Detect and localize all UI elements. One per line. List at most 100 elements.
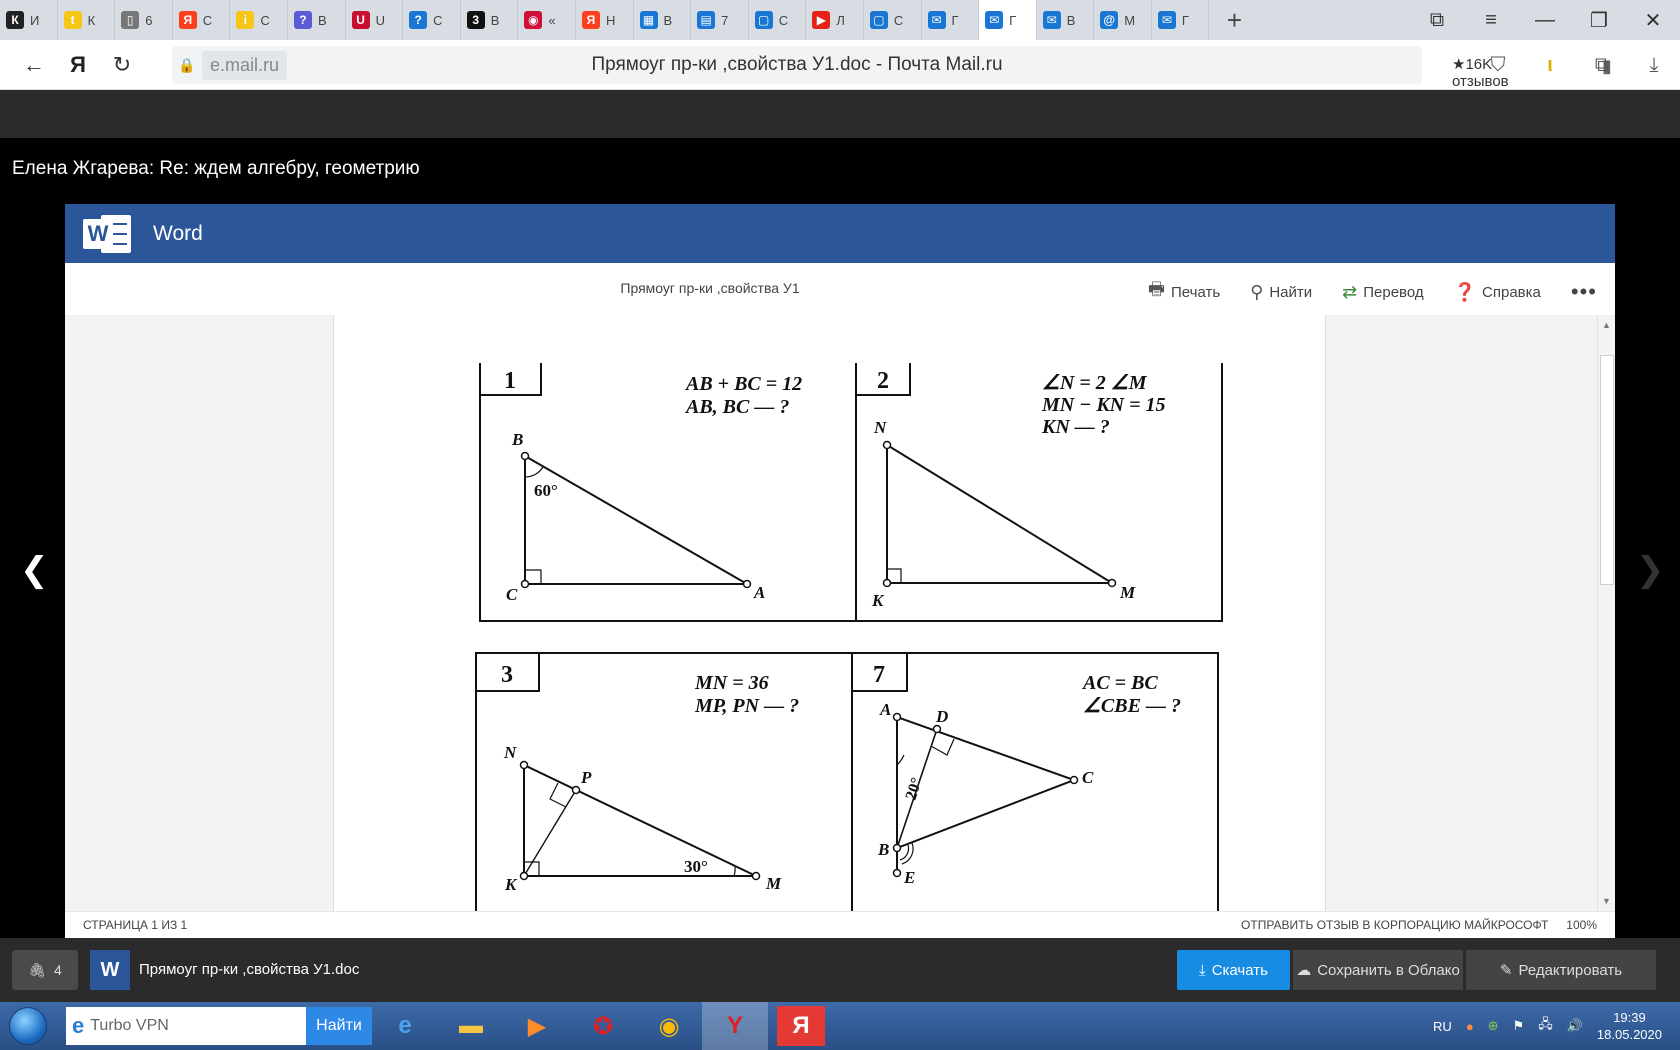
browser-tab[interactable]: 3В xyxy=(461,0,519,40)
find-button[interactable]: ⚲ Найти xyxy=(1250,282,1312,303)
yandex-home-button[interactable]: Я xyxy=(56,45,100,85)
minimize-button[interactable]: — xyxy=(1518,0,1572,40)
restore-button[interactable]: ❐ xyxy=(1572,0,1626,40)
document-scrollbar[interactable]: ▲ ▼ xyxy=(1597,315,1615,911)
tab-label: И xyxy=(30,12,40,28)
angle-30-label: 30° xyxy=(684,857,708,876)
browser-tab[interactable]: ▦ В xyxy=(634,0,692,40)
language-indicator[interactable]: RU xyxy=(1433,1019,1452,1034)
browser-tab[interactable]: ◉ « xyxy=(518,0,576,40)
scroll-up-icon[interactable]: ▲ xyxy=(1598,317,1615,333)
vertex-d7 xyxy=(932,724,942,734)
tab-favicon-icon: ◉ xyxy=(524,11,543,29)
menu-icon[interactable]: ≡ xyxy=(1464,0,1518,40)
close-button[interactable]: ✕ xyxy=(1626,0,1680,40)
tab-label: В xyxy=(1066,12,1076,28)
download-icon[interactable]: ⤓ xyxy=(1628,54,1680,77)
help-label: Справка xyxy=(1482,283,1541,301)
browser-tab[interactable]: ✉ В xyxy=(1037,0,1095,40)
action-center-flag-icon[interactable]: ⚑ xyxy=(1513,1018,1525,1034)
tab-label: С xyxy=(433,12,443,28)
browser-tab[interactable]: ЯН xyxy=(576,0,634,40)
problem-7-condition-1: AC = BC xyxy=(1081,672,1158,694)
yandex-app-icon[interactable]: Я xyxy=(777,1006,825,1046)
browser-tab[interactable]: ▢ С xyxy=(749,0,807,40)
browser-tab[interactable]: ЯС xyxy=(173,0,231,40)
download-button[interactable]: ⤓ Скачать xyxy=(1177,950,1290,990)
more-options-icon[interactable]: ••• xyxy=(1571,279,1597,305)
lock-icon[interactable]: 🔒 xyxy=(172,57,202,74)
start-button[interactable] xyxy=(0,1002,56,1050)
internet-explorer-icon[interactable]: e xyxy=(372,1002,438,1050)
browser-tab[interactable]: ▶ Л xyxy=(806,0,864,40)
tab-favicon-icon: ? xyxy=(409,11,428,29)
taskbar-search-input[interactable]: e Turbo VPN xyxy=(66,1007,306,1045)
yandex-browser-icon[interactable]: Y xyxy=(702,1002,768,1050)
next-attachment-icon[interactable]: ❯ xyxy=(1636,550,1665,590)
file-explorer-icon[interactable]: ▬ xyxy=(438,1002,504,1050)
mail-header-band xyxy=(0,90,1680,138)
scroll-thumb[interactable] xyxy=(1600,355,1614,585)
tab-favicon-icon: 3 xyxy=(466,11,485,29)
volume-icon[interactable]: 🔊 xyxy=(1567,1018,1583,1034)
document-area[interactable]: 1 2 3 7 AB + BC = 12 AB, BC — ? ∠N = 2 ∠… xyxy=(65,315,1615,911)
feedback-link[interactable]: ОТПРАВИТЬ ОТЗЫВ В КОРПОРАЦИЮ МАЙКРОСОФТ xyxy=(1241,918,1548,932)
translate-button[interactable]: ⇄ Перевод xyxy=(1342,282,1423,303)
vertex-a7 xyxy=(892,712,902,722)
collections-icon[interactable]: ⧉ xyxy=(1576,54,1628,77)
tab-label: В xyxy=(663,12,673,28)
label-k2: K xyxy=(871,591,885,610)
browser-tab[interactable]: ✉ Г xyxy=(1152,0,1210,40)
browser-tab[interactable]: @ М xyxy=(1094,0,1152,40)
media-player-icon[interactable]: ▶ xyxy=(504,1002,570,1050)
browser-tab[interactable]: ▢ С xyxy=(864,0,922,40)
browser-tab[interactable]: ✉ Г xyxy=(979,0,1037,40)
windows-orb-icon xyxy=(9,1007,47,1045)
save-to-cloud-button[interactable]: ☁ Сохранить в Облако xyxy=(1293,950,1463,990)
system-tray: RU ● ⊕ ⚑ 🖧 🔊 19:39 18.05.2020 xyxy=(1433,1009,1680,1043)
browser-tab[interactable]: ▤ 7 xyxy=(691,0,749,40)
zoom-level[interactable]: 100% xyxy=(1566,918,1597,932)
help-button[interactable]: ❓ Справка xyxy=(1454,282,1541,303)
vertex-c7 xyxy=(1069,775,1079,785)
browser-tab[interactable]: ? В xyxy=(288,0,346,40)
back-button[interactable]: ← xyxy=(12,45,56,85)
label-b7: B xyxy=(877,840,889,859)
browser-tab[interactable]: tК xyxy=(58,0,116,40)
browser-tab[interactable]: ✉ Г xyxy=(922,0,980,40)
label-c7: C xyxy=(1082,768,1094,787)
game-app-icon[interactable]: ✪ xyxy=(570,1002,636,1050)
tray-update-icon[interactable]: ⊕ xyxy=(1488,1018,1499,1034)
tab-manager-icon[interactable]: ⧉ xyxy=(1410,0,1464,40)
browser-tab[interactable]: iС xyxy=(230,0,288,40)
label-n2: N xyxy=(873,418,887,437)
word-status-bar: СТРАНИЦА 1 ИЗ 1 ОТПРАВИТЬ ОТЗЫВ В КОРПОР… xyxy=(65,911,1615,938)
browser-tab[interactable]: ▯ 6 xyxy=(115,0,173,40)
attachments-button[interactable]: 🖇 4 xyxy=(12,950,78,990)
tab-label: U xyxy=(375,12,385,28)
windows-taskbar: e Turbo VPN Найти e ▬ ▶ ✪ ◉ Y Я RU ● ⊕ ⚑… xyxy=(0,1002,1680,1050)
label-m2: M xyxy=(1119,583,1136,602)
network-icon[interactable]: 🖧 xyxy=(1538,1015,1553,1037)
system-clock[interactable]: 19:39 18.05.2020 xyxy=(1597,1009,1662,1043)
protect-shield-icon[interactable]: ⛉ xyxy=(1472,54,1524,77)
tab-label: С xyxy=(893,12,904,28)
browser-tab[interactable]: ? С xyxy=(403,0,461,40)
taskbar-search-button[interactable]: Найти xyxy=(306,1007,372,1045)
prev-attachment-icon[interactable]: ❮ xyxy=(20,550,49,590)
tab-favicon-icon: Я xyxy=(581,11,600,29)
clock-date: 18.05.2020 xyxy=(1596,1027,1662,1042)
tab-favicon-icon: ✉ xyxy=(985,11,1004,29)
url-field[interactable]: 🔒 e.mail.ru Прямоуг пр-ки ,свойства У1.d… xyxy=(172,46,1612,94)
print-button[interactable]: 🖶 Печать xyxy=(1148,277,1220,307)
edit-button[interactable]: ✎ Редактировать xyxy=(1466,950,1656,990)
chrome-icon[interactable]: ◉ xyxy=(636,1002,702,1050)
url-domain[interactable]: e.mail.ru xyxy=(202,50,288,80)
extension-icon[interactable]: ι xyxy=(1524,54,1576,77)
tray-app-icon[interactable]: ● xyxy=(1466,1019,1474,1034)
reload-button[interactable]: ↻ xyxy=(100,45,144,85)
new-tab-button[interactable]: + xyxy=(1209,0,1259,40)
browser-tab[interactable]: КИ xyxy=(0,0,58,40)
browser-tab[interactable]: UU xyxy=(346,0,404,40)
scroll-down-icon[interactable]: ▼ xyxy=(1598,893,1615,909)
